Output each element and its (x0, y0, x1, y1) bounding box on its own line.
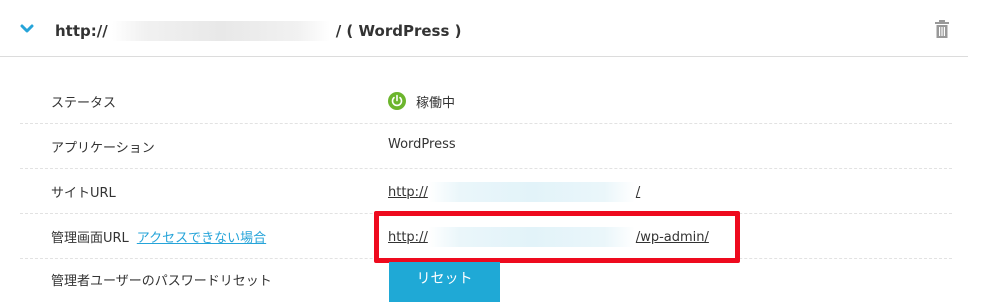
site-url-link-suffix: / (635, 184, 641, 200)
trash-icon[interactable] (934, 20, 950, 38)
status-label: ステータス (51, 96, 117, 111)
admin-url-label-text: 管理画面URL (51, 231, 129, 246)
power-status-icon (388, 92, 406, 110)
application-label: アプリケーション (51, 141, 155, 156)
redacted-domain (111, 21, 330, 41)
site-title: http:// / ( WordPress ) (55, 21, 461, 41)
application-row: アプリケーション WordPress (20, 123, 952, 169)
redacted-domain (428, 182, 635, 202)
password-reset-label: 管理者ユーザーのパスワードリセット (51, 274, 272, 289)
admin-url-label: 管理画面URL アクセスできない場合 (51, 227, 266, 246)
status-value: 稼働中 (388, 92, 455, 111)
admin-url-highlight-box (374, 211, 740, 263)
site-url-link-prefix: http:// (388, 184, 428, 200)
status-row: ステータス 稼働中 (20, 78, 952, 124)
status-text: 稼働中 (416, 96, 456, 111)
site-url-prefix: http:// (55, 22, 108, 40)
chevron-down-icon[interactable] (20, 24, 34, 34)
site-header-row[interactable]: http:// / ( WordPress ) (0, 0, 968, 57)
site-url-suffix: / ( WordPress ) (335, 22, 462, 40)
site-url-row: サイトURL http:// / (20, 168, 952, 214)
cannot-access-help-link[interactable]: アクセスできない場合 (137, 231, 266, 246)
site-url-link[interactable]: http:// / (388, 182, 640, 202)
site-url-label: サイトURL (51, 186, 116, 201)
application-value: WordPress (388, 137, 456, 152)
reset-button[interactable]: リセット (389, 262, 500, 302)
